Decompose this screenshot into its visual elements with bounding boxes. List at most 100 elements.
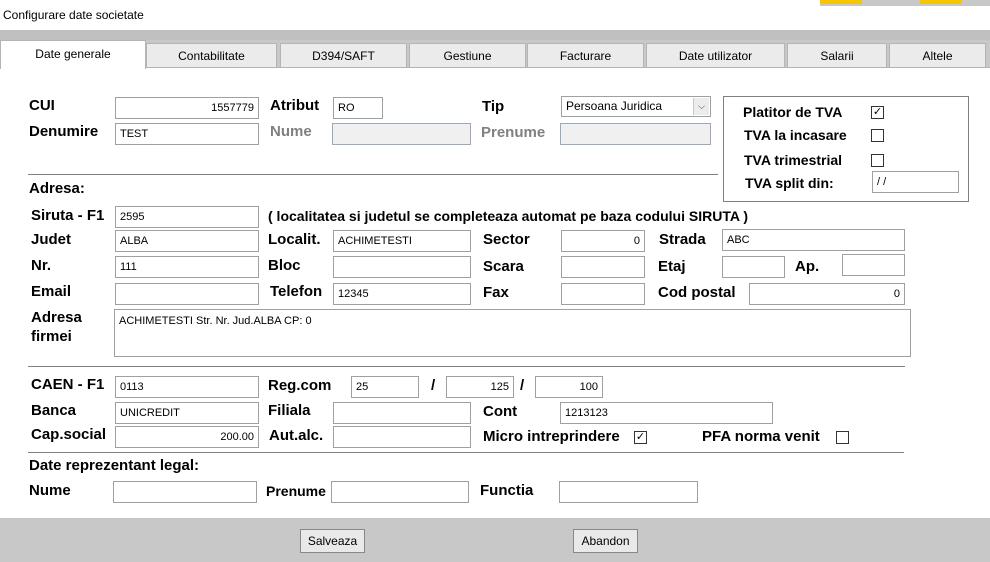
reg-com-field-2[interactable]: 125: [446, 376, 514, 398]
strada-label: Strada: [659, 231, 706, 248]
divider: [28, 452, 904, 453]
folder-icon: [820, 0, 862, 4]
telefon-field[interactable]: 12345: [333, 283, 471, 305]
window-title: Configurare date societate: [3, 8, 144, 22]
tab-contabilitate[interactable]: Contabilitate: [146, 43, 277, 67]
rep-prenume-label: Prenume: [266, 483, 326, 499]
filiala-label: Filiala: [268, 402, 311, 419]
micro-intreprindere-label: Micro intreprindere: [483, 428, 620, 445]
rep-nume-label: Nume: [29, 482, 71, 499]
cod-postal-field[interactable]: 0: [749, 283, 905, 305]
cap-social-field[interactable]: 200.00: [115, 426, 259, 448]
tab-date-generale[interactable]: Date generale: [0, 40, 146, 69]
siruta-field[interactable]: 2595: [115, 206, 259, 228]
tab-bar: Date generale Contabilitate D394/SAFT Ge…: [0, 40, 990, 69]
denumire-field[interactable]: TEST: [115, 123, 259, 145]
ap-field[interactable]: [842, 254, 905, 276]
date-generale-panel: CUI 1557779 Atribut RO Tip Persoana Juri…: [0, 67, 990, 518]
tab-altele[interactable]: Altele: [889, 43, 986, 67]
siruta-label: Siruta - F1: [31, 207, 105, 224]
prenume-field[interactable]: [560, 123, 711, 145]
reg-com-separator: /: [520, 377, 525, 394]
bloc-label: Bloc: [268, 257, 301, 274]
cui-label: CUI: [29, 97, 55, 114]
nume-field[interactable]: [332, 123, 471, 145]
rep-functia-field[interactable]: [559, 481, 698, 503]
pfa-norma-venit-label: PFA norma venit: [702, 428, 820, 445]
rep-nume-field[interactable]: [113, 481, 257, 503]
judet-field[interactable]: ALBA: [115, 230, 259, 252]
scara-label: Scara: [483, 258, 524, 275]
caen-field[interactable]: 0113: [115, 376, 259, 398]
nr-label: Nr.: [31, 257, 52, 274]
localitate-field[interactable]: ACHIMETESTI: [333, 230, 471, 252]
divider: [28, 366, 905, 367]
nr-field[interactable]: 111: [115, 256, 259, 278]
cancel-button-label: Abandon: [581, 534, 630, 548]
rep-functia-label: Functia: [480, 482, 534, 499]
pfa-norma-venit-checkbox[interactable]: [836, 431, 849, 444]
siruta-note: ( localitatea si judetul se completeaza …: [268, 208, 748, 224]
cont-label: Cont: [483, 403, 518, 420]
adresa-firmei-label-line2: firmei: [31, 328, 72, 345]
chevron-down-icon[interactable]: ⌵: [693, 98, 709, 115]
strada-field[interactable]: ABC: [722, 229, 905, 251]
platitor-tva-checkbox[interactable]: ✓: [871, 106, 884, 119]
filiala-field[interactable]: [333, 402, 471, 424]
rep-prenume-field[interactable]: [331, 481, 469, 503]
tva-trimestrial-checkbox[interactable]: [871, 154, 884, 167]
tva-split-label: TVA split din:: [745, 175, 834, 191]
nume-label: Nume: [270, 123, 312, 140]
sector-label: Sector: [483, 231, 530, 248]
email-label: Email: [31, 283, 72, 300]
sector-field[interactable]: 0: [561, 230, 645, 252]
ap-label: Ap.: [795, 258, 820, 275]
tva-trimestrial-label: TVA trimestrial: [744, 152, 843, 168]
fax-field[interactable]: [561, 283, 645, 305]
save-button-label: Salveaza: [307, 534, 358, 548]
judet-label: Judet: [31, 231, 72, 248]
reg-com-separator: /: [431, 377, 436, 394]
cui-field[interactable]: 1557779: [115, 97, 259, 119]
telefon-label: Telefon: [270, 283, 323, 300]
fax-label: Fax: [483, 284, 509, 301]
tab-date-utilizator[interactable]: Date utilizator: [646, 43, 785, 67]
tab-salarii[interactable]: Salarii: [787, 43, 887, 67]
cod-postal-label: Cod postal: [658, 284, 736, 301]
cont-field[interactable]: 1213123: [560, 402, 773, 424]
cancel-button[interactable]: Abandon: [573, 529, 638, 553]
tip-select-value: Persoana Juridica: [566, 99, 663, 113]
atribut-field[interactable]: RO: [333, 97, 383, 119]
platitor-tva-label: Platitor de TVA: [743, 104, 843, 120]
prenume-label: Prenume: [481, 124, 546, 141]
reprezentant-legal-section-label: Date reprezentant legal:: [29, 457, 200, 474]
denumire-label: Denumire: [29, 123, 99, 140]
taskbar-strip: [820, 0, 990, 6]
etaj-field[interactable]: [722, 256, 785, 278]
micro-intreprindere-checkbox[interactable]: ✓: [634, 431, 647, 444]
email-field[interactable]: [115, 283, 259, 305]
localitate-label: Localit.: [268, 231, 321, 248]
folder-icon: [920, 0, 962, 4]
tab-d394-saft[interactable]: D394/SAFT: [280, 43, 407, 67]
tva-incasare-checkbox[interactable]: [871, 129, 884, 142]
reg-com-field-3[interactable]: 100: [535, 376, 603, 398]
reg-com-label: Reg.com: [268, 377, 332, 394]
reg-com-field-1[interactable]: 25: [351, 376, 419, 398]
tip-label: Tip: [482, 98, 505, 115]
cap-social-label: Cap.social: [31, 426, 107, 443]
bloc-field[interactable]: [333, 256, 471, 278]
tab-facturare[interactable]: Facturare: [527, 43, 644, 67]
banca-field[interactable]: UNICREDIT: [115, 402, 259, 424]
tva-incasare-label: TVA la incasare: [744, 127, 847, 143]
tva-split-date-field[interactable]: / /: [872, 171, 959, 193]
tip-select[interactable]: Persoana Juridica ⌵: [561, 96, 711, 117]
save-button[interactable]: Salveaza: [300, 529, 365, 553]
divider: [28, 174, 718, 175]
adresa-firmei-label: Adresa: [31, 309, 82, 326]
button-bar: Salveaza Abandon: [0, 518, 990, 562]
tab-gestiune[interactable]: Gestiune: [409, 43, 526, 67]
adresa-firmei-field[interactable]: ACHIMETESTI Str. Nr. Jud.ALBA CP: 0: [114, 309, 911, 357]
aut-alc-field[interactable]: [333, 426, 471, 448]
scara-field[interactable]: [561, 256, 645, 278]
